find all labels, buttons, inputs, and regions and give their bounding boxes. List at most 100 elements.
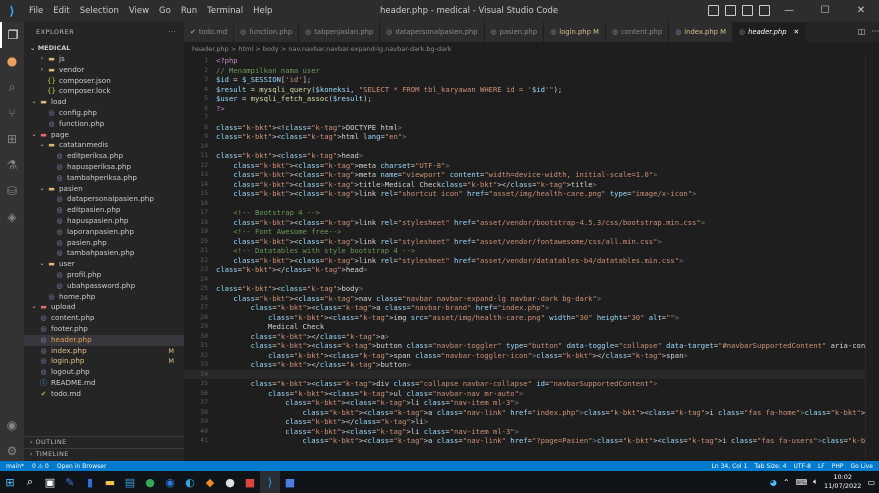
tree-folder-user[interactable]: ⌄ ▬ user [24,259,184,270]
tree-folder-upload[interactable]: ⌄ ▬ upload [24,302,184,313]
breadcrumb[interactable]: header.php > html > body > nav.navbar.na… [184,42,879,56]
code-line[interactable]: 33 class="k-bkt"></class="k-tag">button> [184,360,879,370]
code-line[interactable]: 41 class="k-bkt"><class="k-tag">a class=… [184,436,879,446]
tree-file-home-php[interactable]: ◎ home.php [24,292,184,303]
tab-tabpenjaslan-php[interactable]: ◎ tabpenjaslan.php [299,22,381,42]
tree-file-content-php[interactable]: ◎ content.php [24,313,184,324]
tree-file-laporanpasien-php[interactable]: ◎ laporanpasien.php [24,227,184,238]
tree-file-hapuspasien-php[interactable]: ◎ hapuspasien.php [24,216,184,227]
tab-index-php[interactable]: ◎ index.php M [669,22,734,42]
status-right-item[interactable]: Go Live [851,463,873,470]
code-line[interactable]: 1 <?php [184,56,879,66]
code-line[interactable]: 24 [184,275,879,285]
taskbar-search-icon[interactable]: ⌕ [20,471,40,493]
tree-file-header-php[interactable]: ◎ header.php [24,334,184,346]
menu-edit[interactable]: Edit [48,0,74,22]
code-line[interactable]: 7 [184,113,879,123]
code-line[interactable]: 37 class="k-bkt"><class="k-tag">li class… [184,398,879,408]
code-line[interactable]: 14 class="k-bkt"><class="k-tag">title>Me… [184,180,879,190]
status-left-item[interactable]: Open in Browser [57,463,107,470]
pen-app-icon[interactable]: ✎ [60,471,80,493]
status-left-item[interactable]: 0 ⚠ 0 [32,463,49,470]
status-right-item[interactable]: UTF-8 [793,463,811,470]
tree-file-index-php[interactable]: ◎ index.php M [24,346,184,357]
tree-folder-page[interactable]: ⌄ ▬ page [24,130,184,141]
code-line[interactable]: 18 class="k-bkt"><class="k-tag">link rel… [184,218,879,228]
menu-run[interactable]: Run [176,0,202,22]
code-line[interactable]: 19 <!-- Font Awesome free--> [184,227,879,237]
tree-file-tambahpasien-php[interactable]: ◎ tambahpasien.php [24,248,184,259]
code-line[interactable]: 6 ?> [184,104,879,114]
accounts-icon[interactable]: ◉ [0,412,24,438]
tab-login-php[interactable]: ◎ login.php M [544,22,606,42]
vscode-taskbar-icon[interactable]: ⟩ [260,471,280,493]
menu-terminal[interactable]: Terminal [202,0,248,22]
windows-start-icon[interactable]: ⊞ [0,471,20,493]
code-line[interactable]: 31 class="k-bkt"><class="k-tag">button c… [184,341,879,351]
menu-help[interactable]: Help [248,0,277,22]
weather-icon[interactable]: ◕ [770,478,777,487]
minimize-button[interactable]: — [771,0,807,22]
code-line[interactable]: 32 class="k-bkt"><class="k-tag">span cla… [184,351,879,361]
explorer-icon[interactable]: ❐ [0,22,24,48]
tree-file-logout-php[interactable]: ◎ logout.php [24,367,184,378]
file-explorer-icon[interactable]: ▬ [100,471,120,493]
tree-file-login-php[interactable]: ◎ login.php M [24,356,184,367]
code-line[interactable]: 3 $id = $_SESSION['id']; [184,75,879,85]
code-line[interactable]: 29 Medical Check [184,322,879,332]
app-icon-orange[interactable]: ◆ [200,471,220,493]
chrome-icon[interactable]: ● [140,471,160,493]
workspace-root[interactable]: ⌄ MEDICAL [24,42,184,54]
volume-icon[interactable]: 🔈︎ [813,477,818,487]
app-icon-blue[interactable]: ▮ [80,471,100,493]
clock[interactable]: 10:02 11/07/2022 [824,473,861,491]
code-line[interactable]: 16 [184,199,879,209]
code-line[interactable]: 11 class="k-bkt"><class="k-tag">head> [184,151,879,161]
toggle-sidebar-icon[interactable] [708,5,719,16]
code-line[interactable]: 35 class="k-bkt"><class="k-tag">div clas… [184,379,879,389]
tree-file-footer-php[interactable]: ◎ footer.php [24,324,184,335]
network-icon[interactable]: ⌨ [796,478,808,487]
task-view-icon[interactable]: ▣ [40,471,60,493]
code-line[interactable]: 22 class="k-bkt"><class="k-tag">link rel… [184,256,879,266]
code-line[interactable]: 28 class="k-bkt"><class="k-tag">img src=… [184,313,879,323]
browser-icon[interactable]: ◉ [160,471,180,493]
tree-file-datapersonalpasien-php[interactable]: ◎ datapersonalpasien.php [24,194,184,205]
search-icon[interactable]: ⌕ [0,74,24,100]
editor-more-icon[interactable]: ··· [871,22,879,42]
tree-file-editpasien-php[interactable]: ◎ editpasien.php [24,205,184,216]
menu-file[interactable]: File [24,0,48,22]
outline-section[interactable]: › OUTLINE [24,436,184,447]
tab-function-php[interactable]: ◎ function.php [234,22,300,42]
code-line[interactable]: 21 <!-- Datatables with style bootstrap … [184,246,879,256]
tab-content-php[interactable]: ◎ content.php [605,22,670,42]
tree-file-profil-php[interactable]: ◎ profil.php [24,270,184,281]
code-line[interactable]: 39 class="k-bkt"></class="k-tag">li> [184,417,879,427]
store-icon[interactable]: ▤ [120,471,140,493]
tree-folder-pasien[interactable]: ⌄ ▬ pasien [24,184,184,195]
tree-folder-js[interactable]: › ▬ js [24,54,184,65]
code-line[interactable]: 8 class="k-bkt"><!class="k-tag">DOCTYPE h… [184,123,879,133]
code-line[interactable]: 40 class="k-bkt"><class="k-tag">li class… [184,427,879,437]
tab-datapersonalpasien-php[interactable]: ◎ datapersonalpasien.php [380,22,485,42]
close-button[interactable]: ✕ [843,0,879,22]
database-icon[interactable]: ⛁ [0,178,24,204]
tree-file-composer-json[interactable]: {} composer.json [24,76,184,87]
tree-folder-load[interactable]: ⌄ ▬ load [24,97,184,108]
status-right-item[interactable]: PHP [832,463,844,470]
editor-scrollbar[interactable] [865,56,879,461]
toggle-secondary-sidebar-icon[interactable] [742,5,753,16]
code-line[interactable]: 13 class="k-bkt"><class="k-tag">meta nam… [184,170,879,180]
tab-pasien-php[interactable]: ◎ pasien.php [484,22,545,42]
code-line[interactable]: 5 $user = mysqli_fetch_assoc($result); [184,94,879,104]
tree-folder-catatanmedis[interactable]: ⌄ ▬ catatanmedis [24,140,184,151]
status-right-item[interactable]: Tab Size: 4 [754,463,786,470]
menu-go[interactable]: Go [154,0,176,22]
close-tab-icon[interactable]: ✕ [794,22,800,42]
code-line[interactable]: 4 $result = mysqli_query($koneksi, "SELEC… [184,85,879,95]
code-line[interactable]: 15 class="k-bkt"><class="k-tag">link rel… [184,189,879,199]
tree-file-composer-lock[interactable]: {} composer.lock [24,86,184,97]
code-line[interactable]: 10 [184,142,879,152]
edge-icon[interactable]: ◐ [180,471,200,493]
notification-icon[interactable]: ▭ [867,478,875,487]
